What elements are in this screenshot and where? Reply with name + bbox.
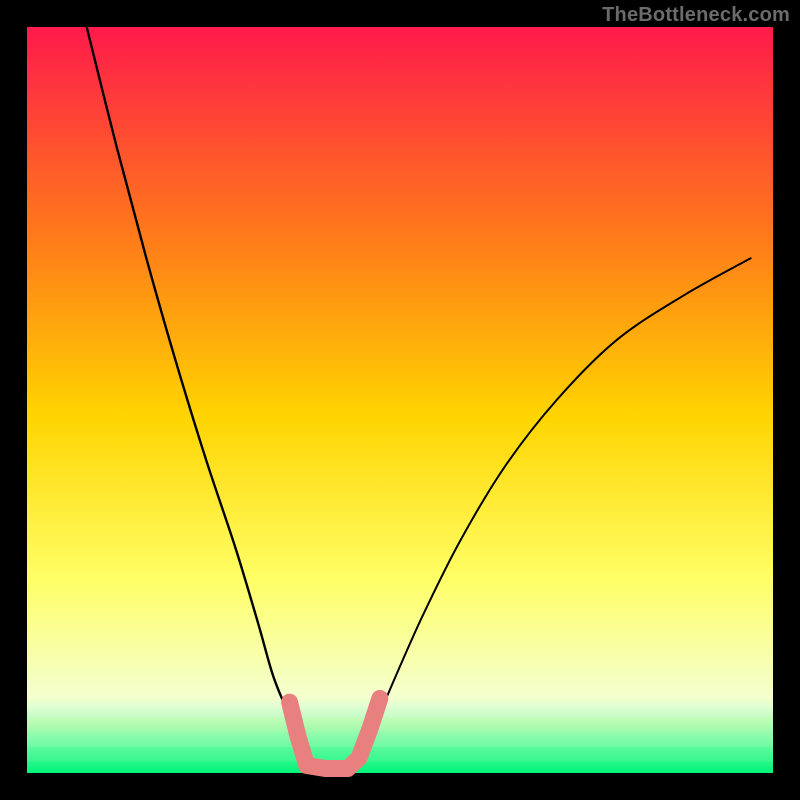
watermark-text: TheBottleneck.com (602, 4, 790, 27)
band-strip (27, 702, 773, 717)
bottom-bands (27, 702, 773, 762)
band-strip (27, 717, 773, 732)
chart-stage: TheBottleneck.com (0, 0, 800, 800)
band-strip (27, 732, 773, 747)
band-strip (27, 747, 773, 762)
chart-svg (0, 0, 800, 800)
plot-area (27, 27, 773, 773)
